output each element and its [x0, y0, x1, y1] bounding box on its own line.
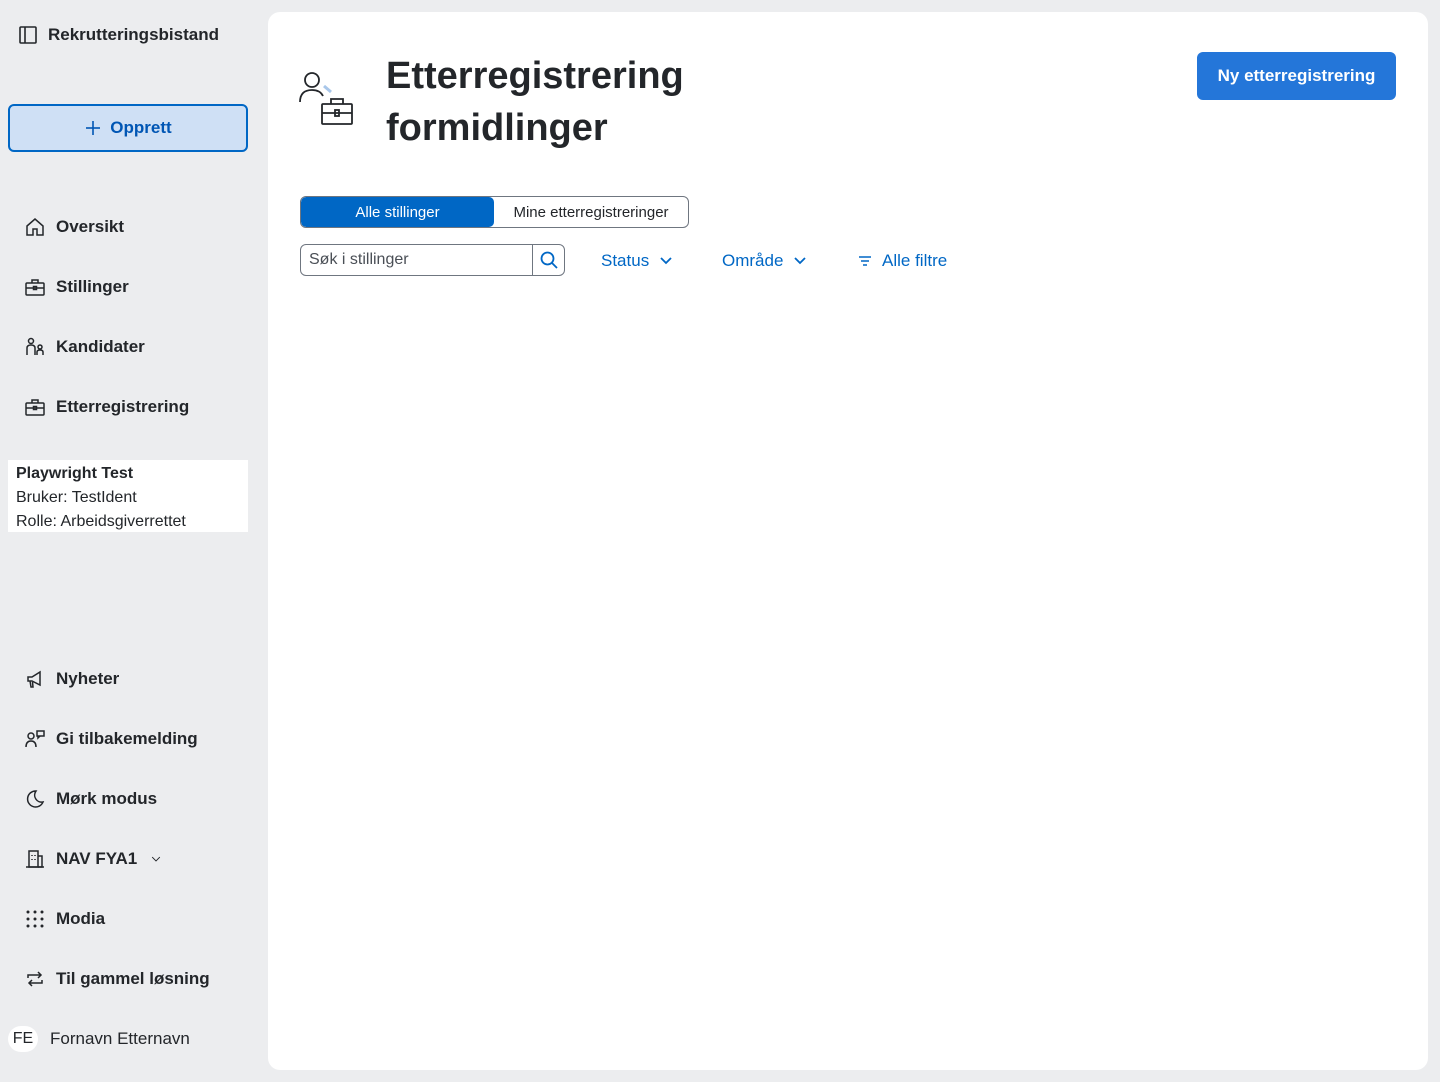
chevron-down-icon — [660, 257, 672, 265]
account-menu[interactable]: FE Fornavn Etternavn — [8, 1026, 190, 1052]
people-icon — [26, 337, 44, 355]
view-toggle: Alle stillinger Mine etterregistreringer — [300, 196, 689, 228]
briefcase-icon — [25, 279, 45, 296]
user-info: Playwright Test Bruker: TestIdent Rolle:… — [8, 460, 248, 532]
nav-item-mork-modus[interactable]: Mørk modus — [24, 785, 157, 813]
nav-item-enhet[interactable]: NAV FYA1 — [24, 845, 163, 873]
search-icon — [540, 251, 558, 269]
page-title: Etterregistrering formidlinger — [386, 55, 684, 149]
nav-label-oversikt: Oversikt — [56, 217, 125, 236]
briefcase-icon — [25, 399, 45, 416]
create-button-label: Opprett — [110, 118, 172, 137]
brand-link[interactable]: Rekrutteringsbistand — [18, 22, 219, 48]
search-input[interactable] — [301, 245, 532, 275]
user-role: Rolle: Arbeidsgiverrettet — [16, 513, 186, 530]
all-filters-button[interactable]: Alle filtre — [856, 248, 947, 274]
plus-icon — [86, 121, 101, 135]
tab-alle-stillinger[interactable]: Alle stillinger — [301, 197, 494, 227]
nav-label-enhet: NAV FYA1 — [56, 849, 138, 868]
brand-label: Rekrutteringsbistand — [48, 25, 219, 44]
arrows-circle-icon — [27, 971, 43, 987]
main-content: Etterregistrering formidlinger Ny etterr… — [268, 12, 1428, 1070]
user-ident: Bruker: TestIdent — [16, 489, 137, 506]
nav-item-nyheter[interactable]: Nyheter — [24, 665, 119, 693]
nav-label-tilbakemelding: Gi tilbakemelding — [56, 729, 198, 748]
status-filter[interactable]: Status — [601, 248, 675, 274]
status-filter-label: Status — [601, 251, 650, 270]
sidebar-toggle-icon[interactable] — [18, 25, 38, 45]
nav-label-kandidater: Kandidater — [56, 337, 145, 356]
person-briefcase-icon — [299, 72, 353, 125]
chevron-down-icon — [794, 257, 807, 265]
sidebar: Rekrutteringsbistand Opprett Oversikt St… — [0, 0, 268, 1082]
feedback-icon — [25, 730, 45, 748]
megaphone-icon — [27, 670, 41, 688]
account-name: Fornavn Etternavn — [50, 1029, 190, 1048]
search-box — [300, 244, 565, 276]
buildings-icon — [26, 850, 44, 868]
create-button[interactable]: Opprett — [8, 104, 248, 152]
nav-label-modia: Modia — [56, 909, 106, 928]
avatar: FE — [8, 1026, 38, 1052]
filter-icon — [859, 256, 871, 266]
nav-label-nyheter: Nyheter — [56, 669, 120, 688]
nav-item-tilbakemelding[interactable]: Gi tilbakemelding — [24, 725, 198, 753]
nav-label-etterregistrering: Etterregistrering — [56, 397, 190, 416]
chevron-down-icon — [152, 856, 161, 862]
all-filters-label: Alle filtre — [882, 251, 948, 270]
nav-label-gammel-losning: Til gammel løsning — [56, 969, 210, 988]
nav-item-gammel-losning[interactable]: Til gammel løsning — [24, 965, 210, 993]
nav-item-oversikt[interactable]: Oversikt — [24, 213, 124, 241]
area-filter-label: Område — [722, 251, 784, 270]
grid-icon — [26, 910, 44, 928]
nav-label-stillinger: Stillinger — [56, 277, 129, 296]
user-name: Playwright Test — [16, 465, 134, 482]
nav-label-mork-modus: Mørk modus — [56, 789, 158, 808]
tab-mine-etterregistreringer[interactable]: Mine etterregistreringer — [494, 197, 688, 227]
nav-item-kandidater[interactable]: Kandidater — [24, 333, 145, 361]
moon-icon — [26, 790, 45, 808]
nav-item-modia[interactable]: Modia — [24, 905, 105, 933]
area-filter[interactable]: Område — [722, 248, 809, 274]
nav-item-stillinger[interactable]: Stillinger — [24, 273, 129, 301]
search-button[interactable] — [532, 245, 564, 275]
new-registration-button[interactable]: Ny etterregistrering — [1197, 52, 1396, 100]
nav-item-etterregistrering[interactable]: Etterregistrering — [24, 393, 189, 421]
house-icon — [26, 218, 44, 236]
